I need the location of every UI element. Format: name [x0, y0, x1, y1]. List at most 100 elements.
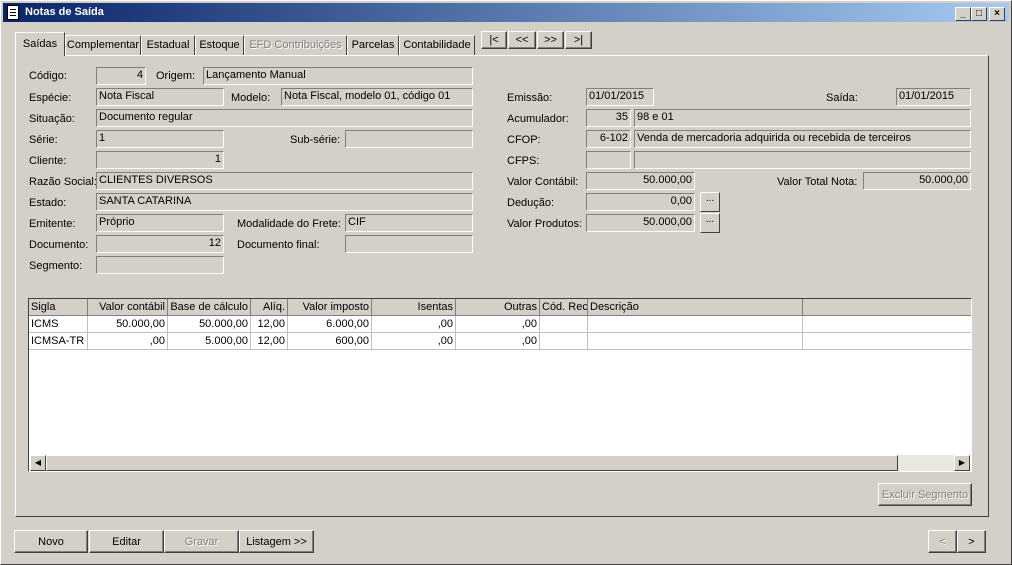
tab-estadual[interactable]: Estadual [141, 35, 195, 55]
cliente-label: Cliente: [29, 155, 67, 167]
cell-valor-imposto: 6.000,00 [288, 316, 372, 333]
tab-estoque[interactable]: Estoque [195, 35, 244, 55]
cell-aliquota: 12,00 [251, 333, 288, 350]
tax-grid[interactable]: Sigla Valor contábil Base de cálculo Alí… [28, 298, 972, 472]
col-valor-contabil[interactable]: Valor contábil [88, 299, 168, 316]
close-button[interactable]: × [989, 7, 1005, 21]
notas-de-saida-window: Notas de Saída _ □ × Saídas Complementar… [0, 0, 1012, 565]
especie-label: Espécie: [29, 92, 72, 104]
col-valor-imposto[interactable]: Valor imposto [288, 299, 372, 316]
col-descricao[interactable]: Descrição [588, 299, 803, 316]
cell-valor-contabil: 50.000,00 [88, 316, 168, 333]
especie-field[interactable]: Nota Fiscal [96, 88, 224, 106]
col-cod-rec[interactable]: Cód. Rec. [540, 299, 588, 316]
acumulador-code-field[interactable]: 35 [586, 109, 631, 127]
horizontal-scrollbar[interactable]: ◀ ▶ [30, 455, 970, 471]
emitente-field[interactable]: Próprio [96, 214, 224, 232]
valor-produtos-ellipsis-button[interactable]: ... [700, 213, 720, 233]
origem-label: Origem: [156, 70, 196, 82]
codigo-label: Código: [29, 70, 67, 82]
cell-cod-rec [540, 333, 588, 350]
tab-complementar[interactable]: Complementar [65, 35, 141, 55]
subserie-field[interactable] [345, 130, 473, 148]
valor-contabil-label: Valor Contábil: [507, 176, 579, 188]
tab-saidas[interactable]: Saídas [15, 32, 65, 56]
editar-button[interactable]: Editar [89, 530, 164, 553]
razao-social-field[interactable]: CLIENTES DIVERSOS [96, 172, 473, 190]
scroll-thumb[interactable] [46, 455, 898, 471]
cell-sigla: ICMS [29, 316, 88, 333]
cfop-desc-field[interactable]: Venda de mercadoria adquirida ou recebid… [634, 130, 971, 148]
maximize-button[interactable]: □ [971, 7, 987, 21]
documento-field[interactable]: 12 [96, 235, 224, 253]
cell-filler [803, 333, 971, 350]
cfop-code-field[interactable]: 6-102 [586, 130, 631, 148]
deducao-label: Dedução: [507, 197, 555, 209]
cfps-code-field[interactable] [586, 151, 631, 169]
emitente-label: Emitente: [29, 218, 76, 230]
novo-button[interactable]: Novo [14, 530, 88, 553]
minimize-button[interactable]: _ [955, 7, 971, 21]
scroll-right-arrow-icon[interactable]: ▶ [954, 455, 970, 471]
tab-efd-contribuicoes: EFD Contribuições [244, 35, 347, 55]
cfps-desc-field[interactable] [634, 151, 971, 169]
segmento-label: Segmento: [29, 260, 83, 272]
cell-cod-rec [540, 316, 588, 333]
serie-field[interactable]: 1 [96, 130, 224, 148]
previous-page-button: < [928, 530, 957, 553]
cell-descricao [588, 316, 803, 333]
last-record-button[interactable]: >| [565, 31, 592, 49]
col-aliquota[interactable]: Alíq. [251, 299, 288, 316]
valor-contabil-field[interactable]: 50.000,00 [586, 172, 695, 190]
deducao-field[interactable]: 0,00 [586, 193, 695, 211]
segmento-field[interactable] [96, 256, 224, 274]
next-page-button[interactable]: > [957, 530, 986, 553]
modelo-field[interactable]: Nota Fiscal, modelo 01, código 01 [281, 88, 473, 106]
window-title: Notas de Saída [25, 6, 104, 18]
first-record-button[interactable]: |< [481, 31, 507, 49]
tab-parcelas[interactable]: Parcelas [347, 35, 399, 55]
origem-field[interactable]: Lançamento Manual [203, 67, 473, 85]
tab-contabilidade[interactable]: Contabilidade [399, 35, 475, 55]
previous-record-button[interactable]: << [508, 31, 536, 49]
cfop-label: CFOP: [507, 134, 541, 146]
emissao-field[interactable]: 01/01/2015 [586, 88, 654, 106]
documento-label: Documento: [29, 239, 89, 251]
col-sigla[interactable]: Sigla [29, 299, 88, 316]
modelo-label: Modelo: [231, 92, 271, 104]
col-isentas[interactable]: Isentas [372, 299, 456, 316]
grid-header: Sigla Valor contábil Base de cálculo Alí… [29, 299, 971, 316]
next-record-button[interactable]: >> [537, 31, 564, 49]
estado-field[interactable]: SANTA CATARINA [96, 193, 473, 211]
scroll-left-arrow-icon[interactable]: ◀ [30, 455, 46, 471]
situacao-label: Situação: [29, 113, 75, 125]
table-row[interactable]: ICMS 50.000,00 50.000,00 12,00 6.000,00 … [29, 316, 971, 333]
valor-produtos-field[interactable]: 50.000,00 [586, 214, 695, 232]
saida-label: Saída: [826, 92, 858, 104]
situacao-field[interactable]: Documento regular [96, 109, 473, 127]
listagem-button[interactable]: Listagem >> [239, 530, 314, 553]
cfps-label: CFPS: [507, 155, 540, 167]
acumulador-desc-field[interactable]: 98 e 01 [634, 109, 971, 127]
cell-isentas: ,00 [372, 333, 456, 350]
saida-field[interactable]: 01/01/2015 [896, 88, 971, 106]
col-base-calculo[interactable]: Base de cálculo [168, 299, 251, 316]
emissao-label: Emissão: [507, 92, 553, 104]
documento-final-field[interactable] [345, 235, 473, 253]
col-outras[interactable]: Outras [456, 299, 540, 316]
cell-isentas: ,00 [372, 316, 456, 333]
title-bar: Notas de Saída _ □ × [3, 3, 1009, 22]
codigo-field[interactable]: 4 [96, 67, 146, 85]
modalidade-frete-field[interactable]: CIF [345, 214, 473, 232]
acumulador-label: Acumulador: [507, 113, 569, 125]
valor-produtos-label: Valor Produtos: [507, 218, 583, 230]
razao-social-label: Razão Social: [29, 176, 97, 188]
cliente-field[interactable]: 1 [96, 151, 224, 169]
table-row[interactable]: ICMSA-TR ,00 5.000,00 12,00 600,00 ,00 ,… [29, 333, 971, 350]
cell-outras: ,00 [456, 316, 540, 333]
deducao-ellipsis-button[interactable]: ... [700, 192, 720, 212]
cell-base-calculo: 50.000,00 [168, 316, 251, 333]
cell-aliquota: 12,00 [251, 316, 288, 333]
valor-total-nota-field[interactable]: 50.000,00 [863, 172, 971, 190]
cell-base-calculo: 5.000,00 [168, 333, 251, 350]
